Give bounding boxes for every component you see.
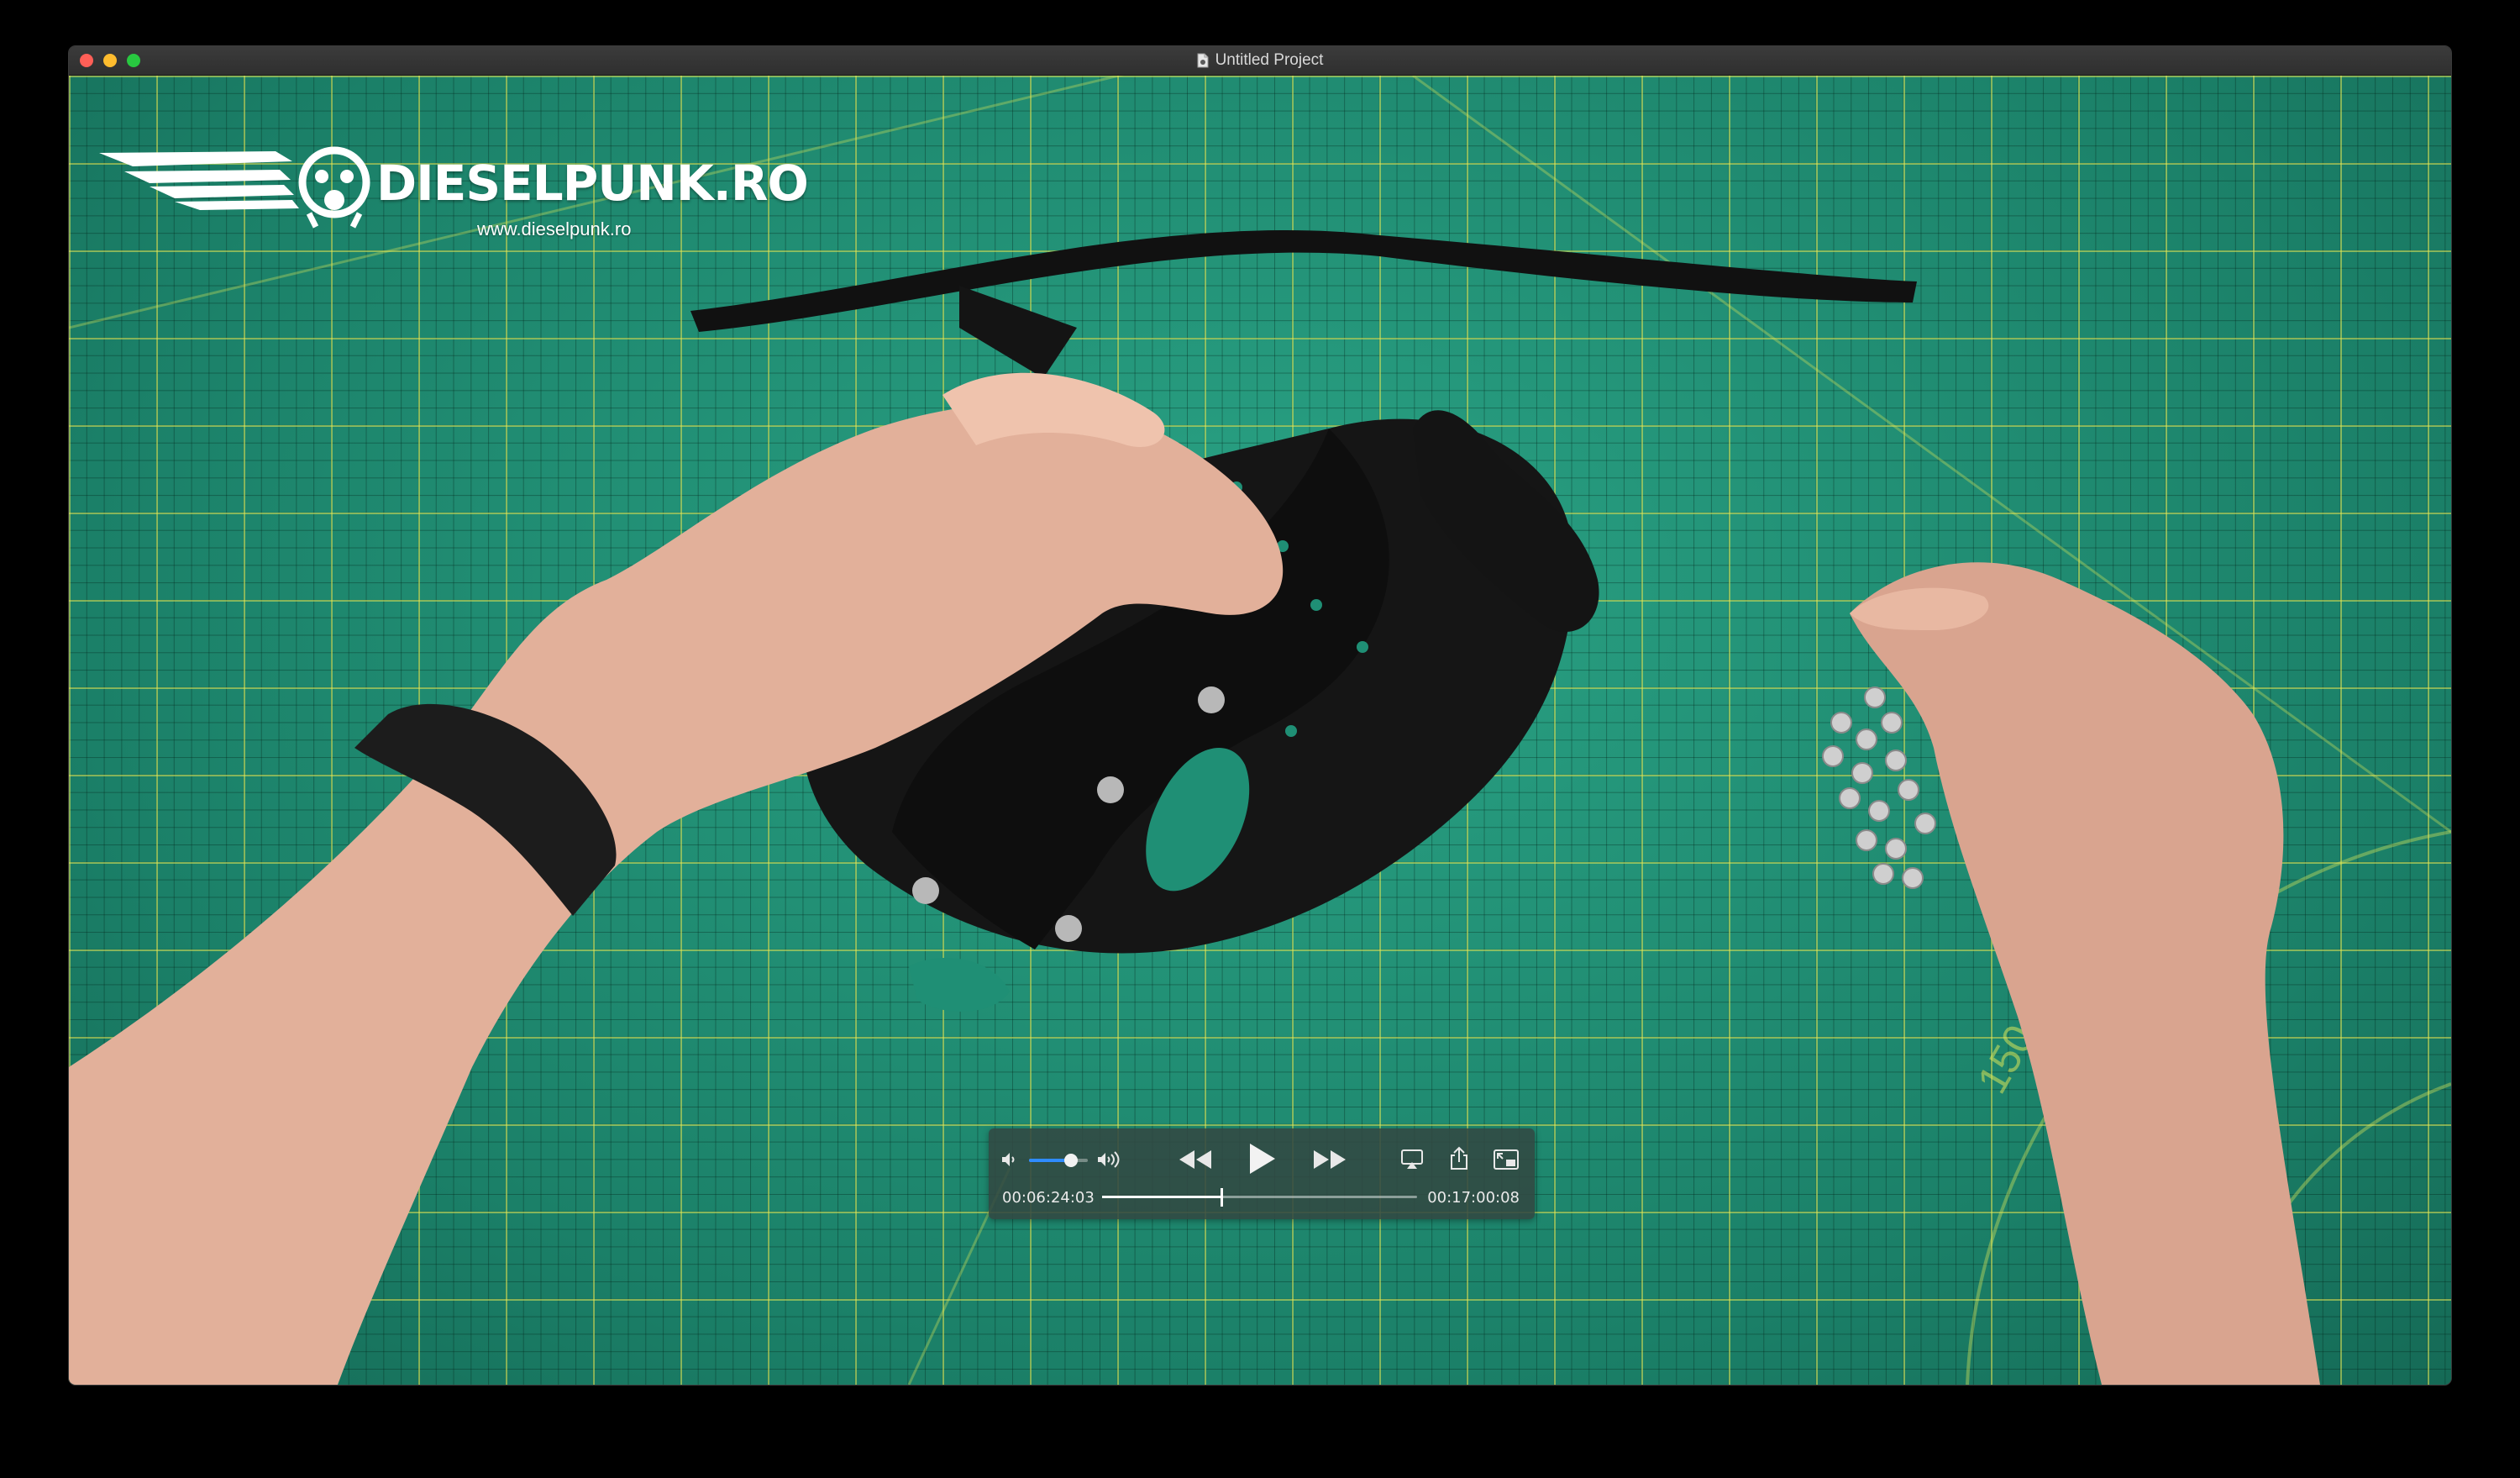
play-icon[interactable] [1245,1140,1278,1177]
fast-forward-icon[interactable] [1310,1147,1347,1172]
brand-logo: DIESELPUNK.RO www.dieselpunk.ro [99,136,809,239]
volume-low-icon[interactable] [1000,1150,1019,1169]
total-duration: 00:17:00:08 [1427,1189,1520,1207]
brand-name: DIESELPUNK.RO [376,155,809,212]
volume-knob[interactable] [1064,1154,1079,1167]
document-icon [1197,53,1209,68]
volume-high-icon[interactable] [1096,1150,1125,1169]
player-window: Untitled Project 150 DIESELPUNK.RO www.d… [69,46,2451,1385]
playback-controls: 00:06:24:03 00:17:00:08 [989,1128,1535,1219]
volume-slider[interactable] [1029,1154,1088,1167]
window-title-area: Untitled Project [69,46,2451,75]
brand-url: www.dieselpunk.ro [477,218,632,239]
timeline-progress [1102,1196,1221,1198]
current-time: 00:06:24:03 [1002,1189,1095,1207]
airplay-icon[interactable] [1400,1149,1424,1170]
picture-in-picture-icon[interactable] [1493,1149,1520,1170]
rewind-icon[interactable] [1178,1147,1215,1172]
share-icon[interactable] [1449,1145,1469,1170]
title-bar[interactable]: Untitled Project [69,46,2451,76]
playhead[interactable] [1220,1188,1223,1207]
timeline-scrubber[interactable] [1102,1188,1417,1207]
winged-gas-mask-logo [99,146,370,229]
video-frame[interactable]: 150 DIESELPUNK.RO www.dieselpunk.ro 00:0… [69,76,2451,1385]
window-title: Untitled Project [1215,51,1324,69]
